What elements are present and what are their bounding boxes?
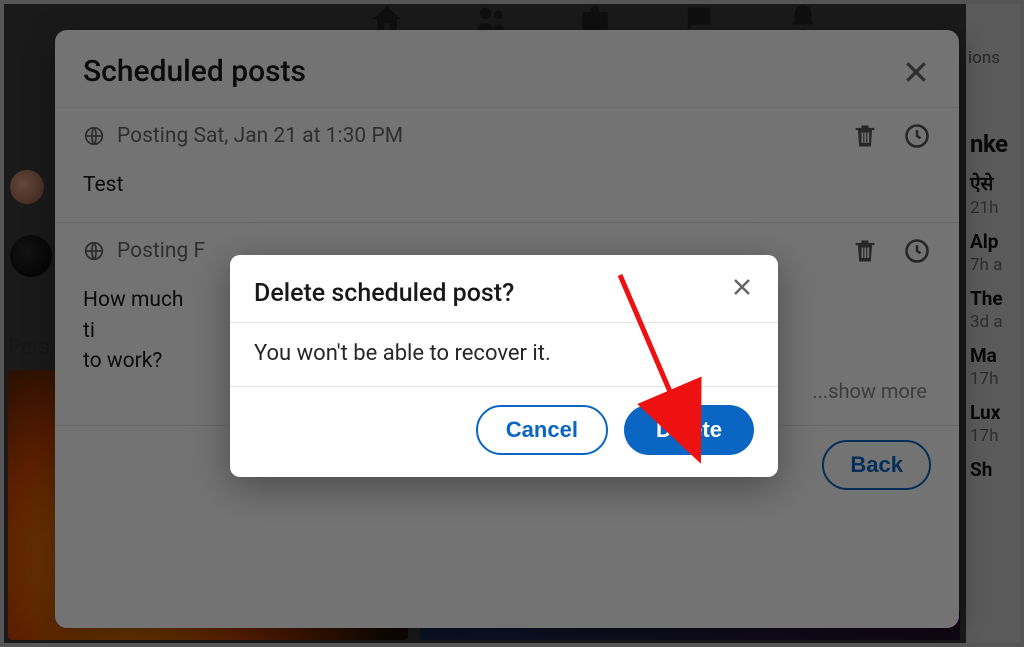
- dialog-body: You won't be able to recover it.: [230, 322, 778, 387]
- delete-confirm-dialog: Delete scheduled post? You won't be able…: [230, 255, 778, 477]
- cancel-button[interactable]: Cancel: [476, 405, 608, 455]
- dialog-title: Delete scheduled post?: [254, 279, 514, 308]
- delete-button[interactable]: Delete: [624, 405, 754, 455]
- close-icon[interactable]: [730, 275, 754, 299]
